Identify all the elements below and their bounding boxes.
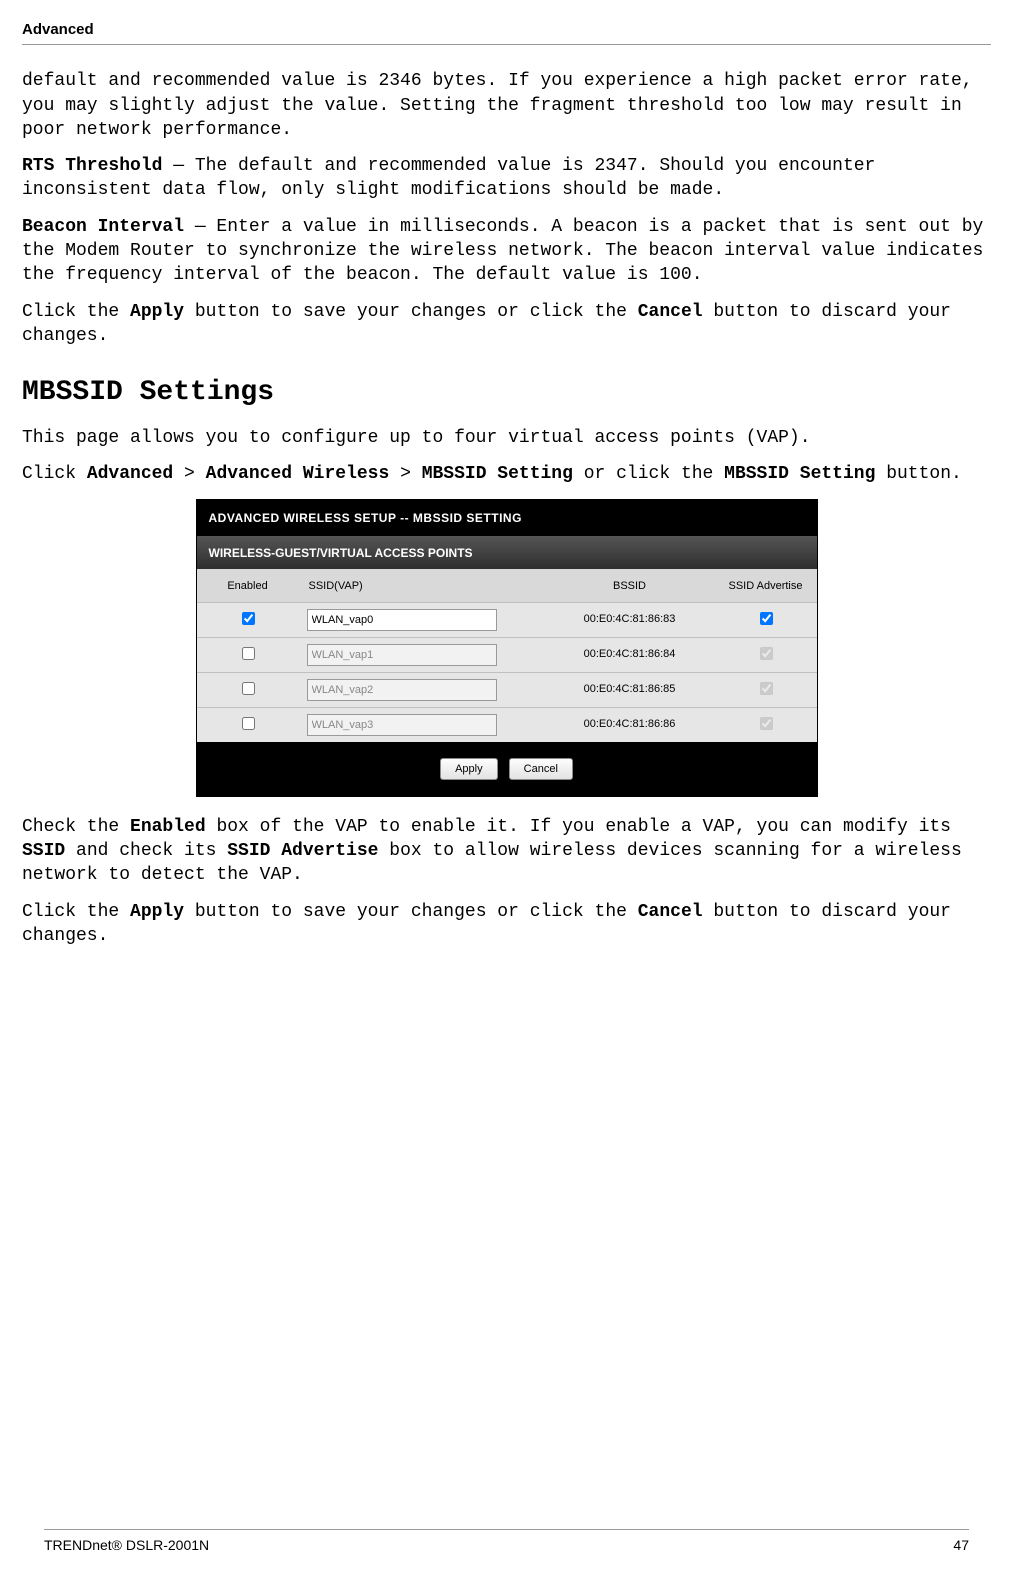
t: button to save your changes or click the bbox=[184, 902, 638, 922]
t: Click bbox=[22, 464, 87, 484]
t: > bbox=[389, 464, 421, 484]
t: box of the VAP to enable it. If you enab… bbox=[206, 817, 951, 837]
beacon-label: Beacon Interval bbox=[22, 217, 184, 237]
t: Check the bbox=[22, 817, 130, 837]
cancel-word-2: Cancel bbox=[638, 902, 703, 922]
header-title: Advanced bbox=[22, 21, 94, 38]
page-header: Advanced bbox=[22, 18, 991, 45]
nav-mbssid: MBSSID Setting bbox=[422, 464, 573, 484]
ssid-input bbox=[307, 679, 497, 701]
nav-advanced: Advanced bbox=[87, 464, 173, 484]
after-paragraph-1: Check the Enabled box of the VAP to enab… bbox=[22, 815, 991, 888]
rts-label: RTS Threshold bbox=[22, 156, 162, 176]
screenshot-container: ADVANCED WIRELESS SETUP -- MBSSID SETTIN… bbox=[22, 499, 991, 797]
mbssid-panel: ADVANCED WIRELESS SETUP -- MBSSID SETTIN… bbox=[196, 499, 818, 797]
bssid-cell: 00:E0:4C:81:86:86 bbox=[545, 707, 715, 742]
after-paragraph-2: Click the Apply button to save your chan… bbox=[22, 900, 991, 949]
enabled-checkbox[interactable] bbox=[242, 647, 255, 660]
cancel-button[interactable]: Cancel bbox=[509, 758, 573, 780]
ssid-input[interactable] bbox=[307, 609, 497, 631]
table-row: 00:E0:4C:81:86:83 bbox=[197, 602, 817, 637]
footer-left: TRENDnet® DSLR-2001N bbox=[44, 1536, 209, 1555]
ssid-advertise-checkbox bbox=[760, 682, 773, 695]
page-footer: TRENDnet® DSLR-2001N 47 bbox=[44, 1529, 969, 1555]
t: Click the bbox=[22, 302, 130, 322]
bssid-cell: 00:E0:4C:81:86:84 bbox=[545, 637, 715, 672]
nav-adv-wireless: Advanced Wireless bbox=[206, 464, 390, 484]
ssid-advertise-checkbox[interactable] bbox=[760, 612, 773, 625]
bssid-cell: 00:E0:4C:81:86:83 bbox=[545, 602, 715, 637]
ssid-advertise-checkbox bbox=[760, 647, 773, 660]
t: button to save your changes or click the bbox=[184, 302, 638, 322]
footer-page-number: 47 bbox=[953, 1536, 969, 1555]
col-enabled: Enabled bbox=[197, 569, 299, 602]
button-bar: Apply Cancel bbox=[197, 742, 817, 796]
enabled-checkbox[interactable] bbox=[242, 612, 255, 625]
apply-paragraph-1: Click the Apply button to save your chan… bbox=[22, 300, 991, 349]
ssid-advertise-checkbox bbox=[760, 717, 773, 730]
ssid-word: SSID bbox=[22, 841, 65, 861]
col-ssid: SSID(VAP) bbox=[299, 569, 545, 602]
frag-paragraph: default and recommended value is 2346 by… bbox=[22, 69, 991, 142]
table-row: 00:E0:4C:81:86:84 bbox=[197, 637, 817, 672]
t: Click the bbox=[22, 902, 130, 922]
nav-path: Click Advanced > Advanced Wireless > MBS… bbox=[22, 462, 991, 486]
cancel-word: Cancel bbox=[638, 302, 703, 322]
vap-table-area: Enabled SSID(VAP) BSSID SSID Advertise 0… bbox=[197, 569, 817, 742]
apply-word-2: Apply bbox=[130, 902, 184, 922]
t: or click the bbox=[573, 464, 724, 484]
ssid-input bbox=[307, 644, 497, 666]
panel-subtitle: WIRELESS-GUEST/VIRTUAL ACCESS POINTS bbox=[197, 536, 817, 569]
col-bssid: BSSID bbox=[545, 569, 715, 602]
mbssid-intro: This page allows you to configure up to … bbox=[22, 426, 991, 450]
enabled-checkbox[interactable] bbox=[242, 717, 255, 730]
col-adv: SSID Advertise bbox=[715, 569, 817, 602]
panel-title: ADVANCED WIRELESS SETUP -- MBSSID SETTIN… bbox=[197, 500, 817, 536]
nav-mbssid-btn: MBSSID Setting bbox=[724, 464, 875, 484]
t: and check its bbox=[65, 841, 227, 861]
enabled-word: Enabled bbox=[130, 817, 206, 837]
vap-table: Enabled SSID(VAP) BSSID SSID Advertise 0… bbox=[197, 569, 817, 742]
t: > bbox=[173, 464, 205, 484]
enabled-checkbox[interactable] bbox=[242, 682, 255, 695]
t: button. bbox=[875, 464, 961, 484]
table-row: 00:E0:4C:81:86:86 bbox=[197, 707, 817, 742]
beacon-paragraph: Beacon Interval — Enter a value in milli… bbox=[22, 215, 991, 288]
apply-button[interactable]: Apply bbox=[440, 758, 498, 780]
ssid-adv-word: SSID Advertise bbox=[227, 841, 378, 861]
ssid-input bbox=[307, 714, 497, 736]
rts-paragraph: RTS Threshold — The default and recommen… bbox=[22, 154, 991, 203]
apply-word: Apply bbox=[130, 302, 184, 322]
table-row: 00:E0:4C:81:86:85 bbox=[197, 672, 817, 707]
section-heading: MBSSID Settings bbox=[22, 374, 991, 412]
bssid-cell: 00:E0:4C:81:86:85 bbox=[545, 672, 715, 707]
